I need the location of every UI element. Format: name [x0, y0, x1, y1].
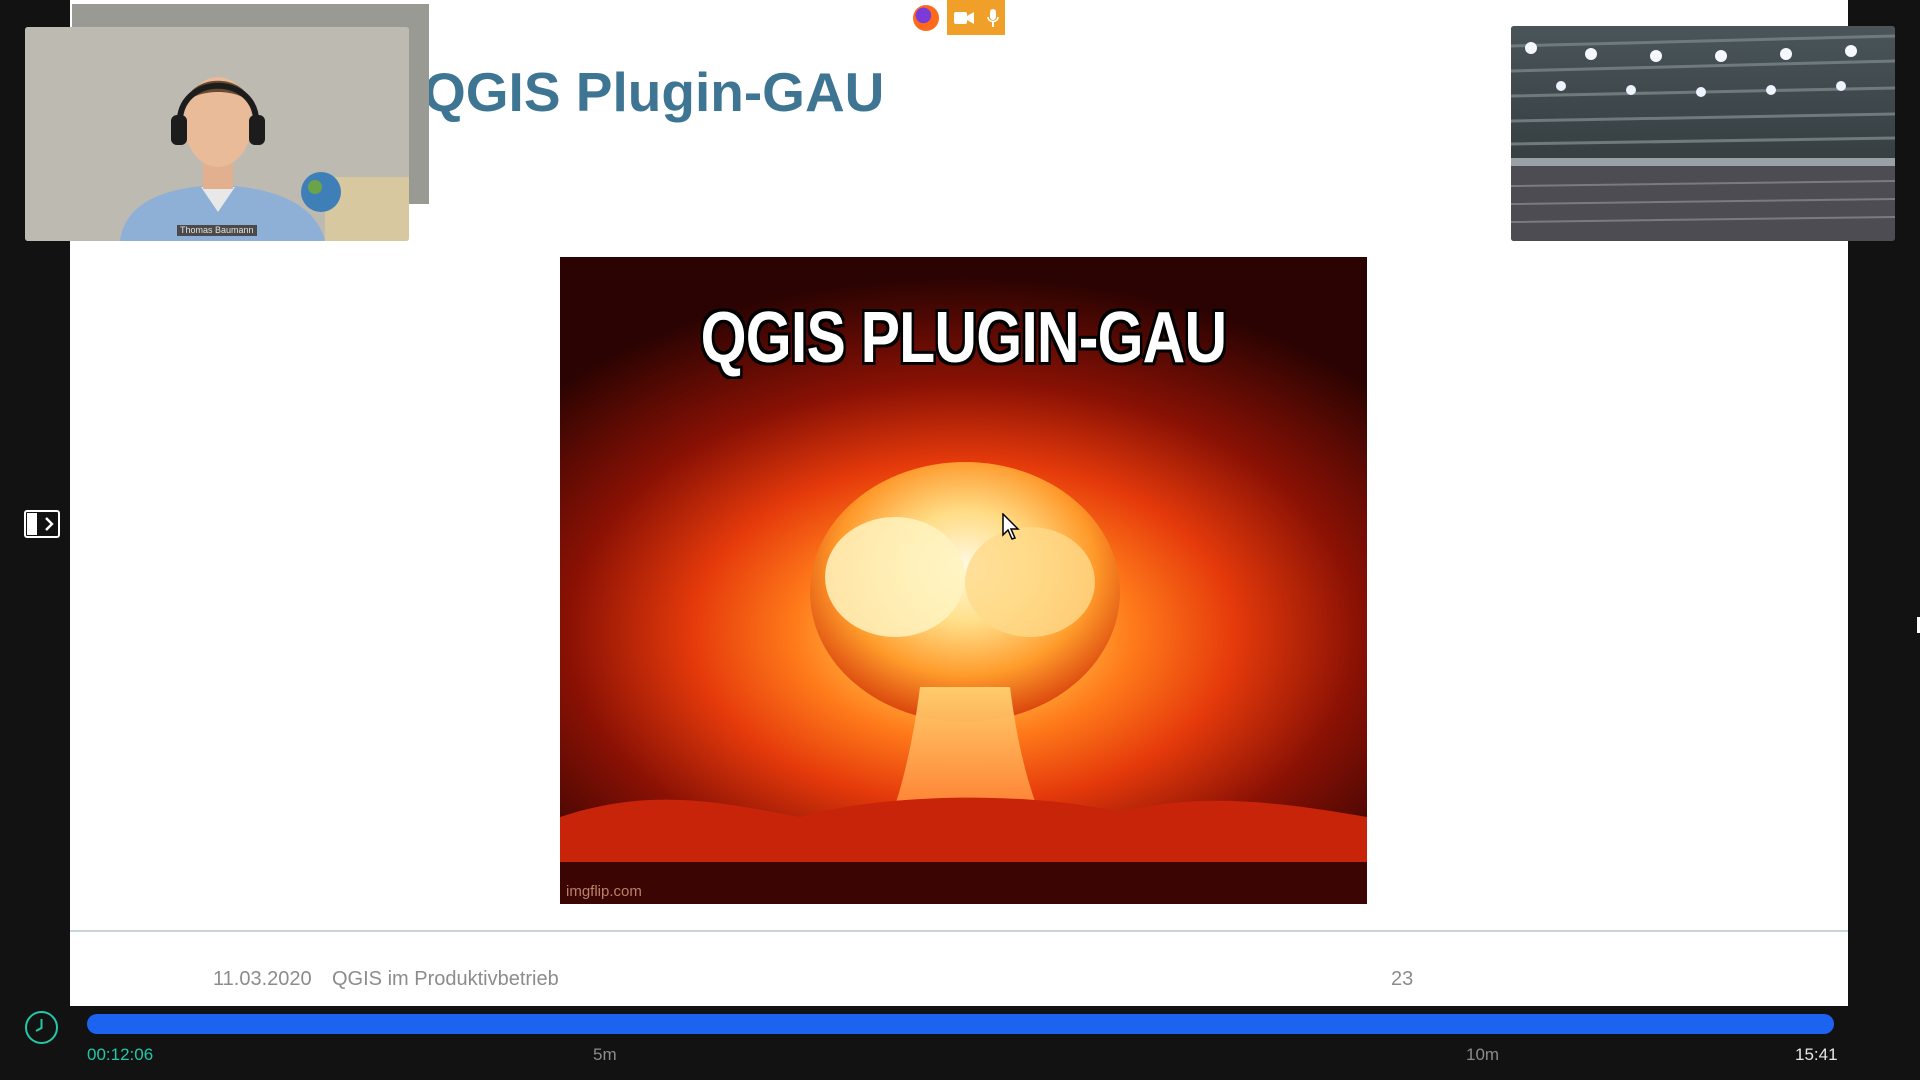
playback-progress-fill	[87, 1014, 1834, 1034]
lecture-hall-scene	[1511, 26, 1895, 241]
slide-title: QGIS Plugin-GAU	[423, 61, 885, 123]
top-indicators	[913, 0, 1005, 35]
speaker-figure	[25, 27, 409, 241]
audience-video[interactable]	[1511, 26, 1895, 241]
speaker-video[interactable]: Thomas Baumann	[25, 27, 409, 241]
clock-icon[interactable]	[25, 1011, 58, 1044]
sidebar-toggle-button[interactable]	[24, 510, 60, 538]
recording-indicator	[947, 0, 1005, 35]
playback-progress-bar[interactable]	[87, 1014, 1834, 1034]
time-marker-5m: 5m	[593, 1045, 617, 1064]
speaker-name-tag: Thomas Baumann	[177, 225, 257, 236]
footer-divider	[70, 930, 1848, 932]
current-time: 00:12:06	[87, 1045, 154, 1064]
time-marker-10m: 10m	[1466, 1045, 1500, 1064]
total-time: 15:41	[1795, 1045, 1838, 1064]
mouse-cursor-icon	[1002, 513, 1020, 540]
browser-icon	[913, 4, 939, 31]
meme-watermark: imgflip.com	[566, 883, 642, 900]
footer-page-number: 23	[1391, 968, 1414, 990]
camera-icon	[953, 11, 974, 24]
meme-caption: QGIS PLUGIN-GAU	[700, 298, 1227, 378]
footer-title: QGIS im Produktivbetrieb	[332, 968, 559, 990]
meme-image: QGIS PLUGIN-GAU imgflip.com	[560, 257, 1367, 904]
chevron-right-icon	[27, 513, 54, 535]
microphone-icon	[986, 8, 999, 27]
footer-date: 11.03.2020	[213, 968, 312, 990]
